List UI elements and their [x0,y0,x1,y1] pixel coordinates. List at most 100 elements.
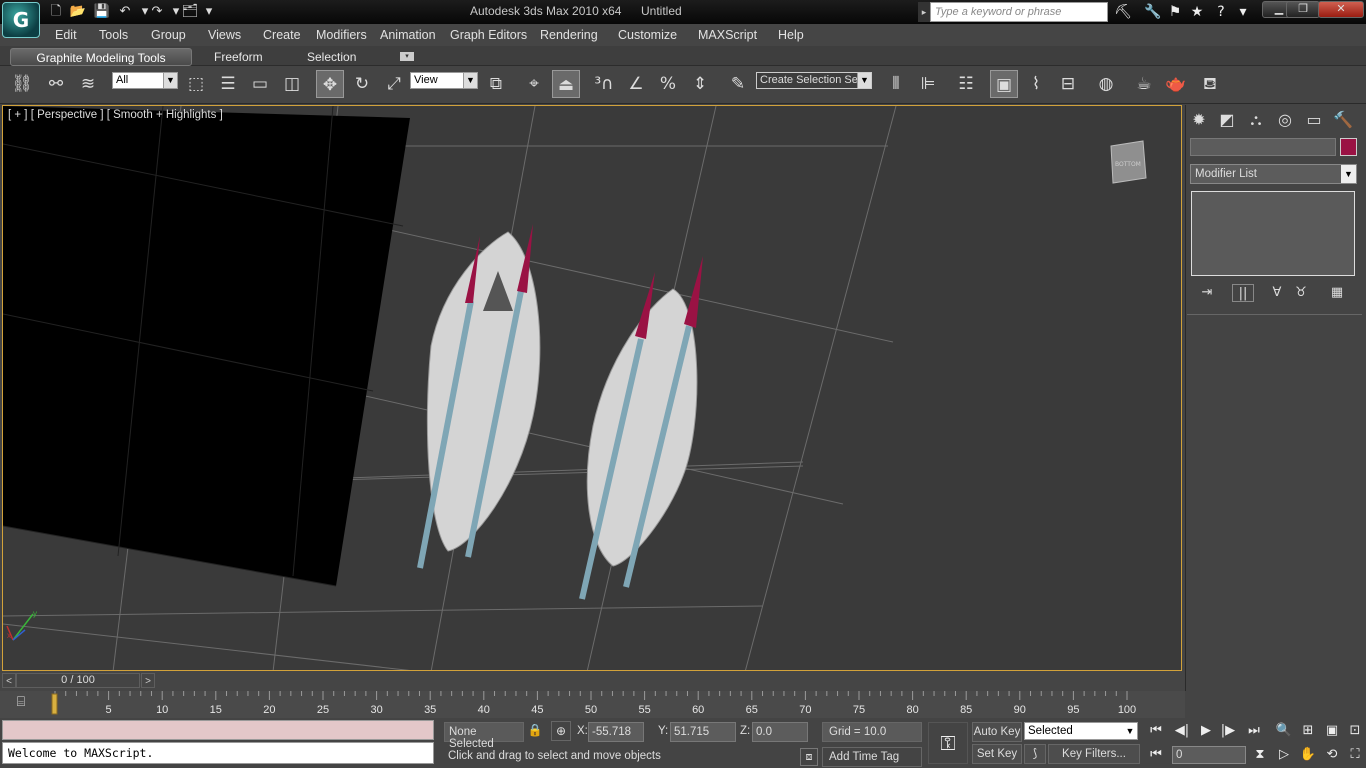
menu-graph-editors[interactable]: Graph Editors [450,28,527,42]
bind-to-space-warp-icon[interactable]: ≋ [74,70,102,98]
percent-snap-icon[interactable]: % [654,70,682,98]
modifier-stack[interactable] [1191,191,1355,276]
maxscript-listener-input[interactable] [2,720,434,740]
select-by-name-icon[interactable]: ☰ [214,70,242,98]
reference-coordinate-dropdown[interactable]: View ▼ [410,72,478,89]
project-folder-icon[interactable]: 🗂 [181,3,199,20]
maxscript-listener-output[interactable]: Welcome to MAXScript. [2,742,434,764]
communication-center-icon[interactable]: ⚑ [1164,3,1186,21]
field-of-view-icon[interactable]: ▷ [1272,745,1296,765]
add-time-tag-button[interactable]: Add Time Tag [822,747,922,767]
redo-icon[interactable]: ↷ [148,3,166,20]
application-button[interactable]: G [2,2,40,38]
edit-named-selection-icon[interactable]: ✎ [724,70,752,98]
set-key-button[interactable]: Set Key [972,744,1022,764]
select-and-link-icon[interactable]: ⛓ [8,70,36,98]
menu-animation[interactable]: Animation [380,28,436,42]
default-in-out-tangents-icon[interactable]: ⟆ [1024,744,1046,764]
go-to-end-icon[interactable]: ⏭ [1242,721,1266,741]
tab-selection[interactable]: Selection [297,48,366,66]
window-crossing-icon[interactable]: ◫ [278,70,306,98]
play-animation-icon[interactable]: ▶ [1194,721,1218,741]
go-to-start-icon[interactable]: ⏮ [1144,721,1168,741]
time-tag-icon[interactable]: ⧈ [800,748,818,766]
mirror-icon[interactable]: ⫴ [882,70,910,98]
perspective-viewport[interactable]: BOTTOM x y [2,105,1182,671]
modify-tab-icon[interactable]: ◩ [1215,109,1239,131]
modifier-list-dropdown[interactable]: Modifier List ▼ [1190,164,1357,184]
graphite-modeling-tools-toggle-icon[interactable]: ▣ [990,70,1018,98]
menu-help[interactable]: Help [778,28,804,42]
layer-manager-icon[interactable]: ☷ [952,70,980,98]
create-tab-icon[interactable]: ✹ [1187,109,1211,131]
previous-frame-icon[interactable]: ◀︎| [1170,721,1194,741]
search-expand-icon[interactable]: ▸ [918,2,930,22]
selection-lock-icon[interactable]: 🔒 [527,723,543,741]
set-key-icon[interactable]: ⚿ [928,722,968,764]
remove-modifier-icon[interactable]: ♉ [1290,284,1312,302]
restore-button[interactable]: ❐ [1286,1,1320,18]
black-plane-object[interactable] [3,106,410,586]
angle-snap-icon[interactable]: ∠ [622,70,650,98]
menu-maxscript[interactable]: MAXScript [698,28,757,42]
rendered-frame-window-icon[interactable]: 🫖 [1162,70,1190,98]
select-and-move-icon[interactable]: ✥ [316,70,344,98]
show-end-result-icon[interactable]: || [1232,284,1254,302]
new-file-icon[interactable]: 🗋 [47,3,65,20]
current-frame-marker[interactable] [51,693,58,715]
help-icon[interactable]: ? [1210,3,1232,21]
menu-edit[interactable]: Edit [55,28,77,42]
pan-view-icon[interactable]: ✋ [1296,745,1320,765]
quick-render-icon[interactable]: ⛾ [1196,70,1224,98]
select-object-icon[interactable]: ⬚ [182,70,210,98]
close-window-button[interactable]: ✕ [1318,1,1364,18]
motion-tab-icon[interactable]: ◎ [1273,109,1297,131]
menu-group[interactable]: Group [151,28,186,42]
menu-rendering[interactable]: Rendering [540,28,598,42]
search-input[interactable]: Type a keyword or phrase [930,2,1108,22]
auto-key-button[interactable]: Auto Key [972,722,1022,742]
spinner-snap-icon[interactable]: ⇕ [686,70,714,98]
rectangular-selection-icon[interactable]: ▭ [246,70,274,98]
unlink-selection-icon[interactable]: ⚯ [42,70,70,98]
y-coordinate-field[interactable]: 51.715 [670,722,736,742]
zoom-icon[interactable]: 🔍 [1272,721,1296,741]
select-and-rotate-icon[interactable]: ↻ [348,70,376,98]
time-slider-thumb[interactable]: 0 / 100 [16,673,140,688]
keyboard-shortcut-override-icon[interactable]: ⏏ [552,70,580,98]
ribbon-toggle-icon[interactable]: ▾ [400,52,414,61]
object-name-field[interactable] [1190,138,1336,156]
pivot-center-icon[interactable]: ⧉ [482,70,510,98]
favorites-star-icon[interactable]: ★ [1186,3,1208,21]
undo-icon[interactable]: ↶ [116,3,134,20]
zoom-all-icon[interactable]: ⊞ [1296,721,1320,741]
tab-freeform[interactable]: Freeform [204,48,273,66]
manipulate-icon[interactable]: ⌖ [520,70,548,98]
open-file-icon[interactable]: 📂 [69,3,87,20]
material-editor-icon[interactable]: ◍ [1092,70,1120,98]
display-tab-icon[interactable]: ▭ [1302,109,1326,131]
subscription-center-icon[interactable]: 🔧 [1142,3,1164,21]
snaps-toggle-icon[interactable]: ³∩ [590,70,618,98]
binoculars-search-icon[interactable]: ⛏ [1112,3,1134,21]
menu-tools[interactable]: Tools [99,28,128,42]
utilities-tab-icon[interactable]: 🔨 [1331,109,1355,131]
configure-modifier-sets-icon[interactable]: ▦ [1326,284,1348,302]
render-setup-icon[interactable]: ☕ [1130,70,1158,98]
align-icon[interactable]: ⊫ [914,70,942,98]
time-slider-prev-button[interactable]: < [2,673,16,688]
object-color-swatch[interactable] [1340,138,1357,156]
selection-filter-dropdown[interactable]: All ▼ [112,72,178,89]
pin-stack-icon[interactable]: ⇥ [1196,284,1218,302]
viewport-label-menu[interactable]: [ + ] [ Perspective ] [ Smooth + Highlig… [8,109,223,121]
key-filters-button[interactable]: Key Filters... [1048,744,1140,764]
x-coordinate-field[interactable]: -55.718 [588,722,644,742]
menu-views[interactable]: Views [208,28,241,42]
tab-graphite-modeling-tools[interactable]: Graphite Modeling Tools [10,48,192,66]
quick-access-dropdown-icon[interactable]: ▾ [200,3,218,20]
help-dropdown-icon[interactable]: ▾ [1232,3,1254,21]
key-mode-toggle-icon[interactable]: ⏮ [1144,745,1168,765]
next-frame-icon[interactable]: |▶︎ [1216,721,1240,741]
absolute-mode-transform-icon[interactable]: ⊕ [551,721,571,741]
time-configuration-icon[interactable]: ⧗ [1248,745,1272,765]
